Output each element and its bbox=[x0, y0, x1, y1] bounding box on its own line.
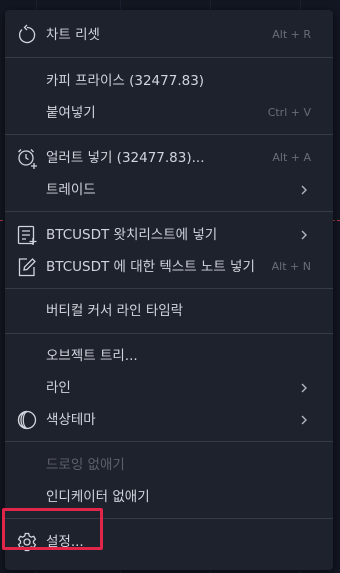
menu-item-reset-chart[interactable]: 차트 리셋 Alt + R bbox=[5, 19, 333, 51]
menu-item-add-watchlist[interactable]: BTCUSDT 왓치리스트에 넣기 bbox=[5, 219, 333, 251]
separator bbox=[5, 134, 333, 135]
menu-item-label: 버티컬 커서 라인 타임락 bbox=[46, 303, 184, 319]
menu-item-label: 붙여넣기 bbox=[46, 105, 96, 121]
chevron-right-icon bbox=[301, 185, 307, 195]
menu-item-copy-price[interactable]: 카피 프라이스 (32477.83) bbox=[5, 65, 333, 97]
menu-item-remove-indicators[interactable]: 인디케이터 없애기 bbox=[5, 481, 333, 513]
menu-item-shortcut: Alt + R bbox=[272, 28, 311, 41]
menu-item-label: 오브젝트 트리... bbox=[46, 348, 138, 364]
separator bbox=[5, 441, 333, 442]
context-menu: 차트 리셋 Alt + R 카피 프라이스 (32477.83) 붙여넣기 Ct… bbox=[5, 10, 333, 570]
menu-item-shortcut: Alt + A bbox=[272, 151, 311, 164]
list-add-icon bbox=[15, 223, 39, 247]
menu-item-shortcut: Alt + N bbox=[271, 260, 311, 273]
menu-item-paste[interactable]: 붙여넣기 Ctrl + V bbox=[5, 97, 333, 129]
menu-item-label: 차트 리셋 bbox=[46, 27, 100, 43]
menu-item-label: 트레이드 bbox=[46, 182, 96, 198]
menu-item-lock-vertical-cursor[interactable]: 버티컬 커서 라인 타임락 bbox=[5, 295, 333, 327]
menu-item-object-tree[interactable]: 오브젝트 트리... bbox=[5, 340, 333, 372]
menu-item-label: 인디케이터 없애기 bbox=[46, 489, 150, 505]
menu-item-label: 설정... bbox=[46, 534, 84, 550]
menu-item-label: BTCUSDT 에 대한 텍스트 노트 넣기 bbox=[46, 259, 255, 275]
separator bbox=[5, 518, 333, 519]
menu-item-remove-drawings: 드로잉 없애기 bbox=[5, 449, 333, 481]
moon-icon bbox=[15, 408, 39, 432]
menu-item-trade[interactable]: 트레이드 bbox=[5, 174, 333, 206]
menu-item-label: 색상테마 bbox=[46, 412, 96, 428]
menu-item-settings[interactable]: 설정... bbox=[5, 526, 333, 558]
menu-item-label: BTCUSDT 왓치리스트에 넣기 bbox=[46, 227, 218, 243]
chevron-right-icon bbox=[301, 415, 307, 425]
separator bbox=[5, 288, 333, 289]
menu-item-label: 라인 bbox=[46, 380, 71, 396]
separator bbox=[5, 333, 333, 334]
menu-item-add-note[interactable]: BTCUSDT 에 대한 텍스트 노트 넣기 Alt + N bbox=[5, 251, 333, 283]
chevron-right-icon bbox=[301, 230, 307, 240]
gear-icon bbox=[15, 530, 39, 554]
menu-item-shortcut: Ctrl + V bbox=[267, 106, 311, 119]
separator bbox=[5, 211, 333, 212]
menu-item-label: 카피 프라이스 (32477.83) bbox=[46, 73, 205, 89]
separator bbox=[5, 57, 333, 58]
reset-icon bbox=[15, 23, 39, 47]
pencil-note-icon bbox=[15, 255, 39, 279]
alarm-add-icon bbox=[15, 146, 39, 170]
menu-item-lines[interactable]: 라인 bbox=[5, 372, 333, 404]
chevron-right-icon bbox=[301, 383, 307, 393]
menu-item-add-alert[interactable]: 얼러트 넣기 (32477.83)... Alt + A bbox=[5, 142, 333, 174]
menu-item-color-theme[interactable]: 색상테마 bbox=[5, 404, 333, 436]
menu-item-label: 얼러트 넣기 (32477.83)... bbox=[46, 150, 205, 166]
menu-item-label: 드로잉 없애기 bbox=[46, 457, 125, 473]
